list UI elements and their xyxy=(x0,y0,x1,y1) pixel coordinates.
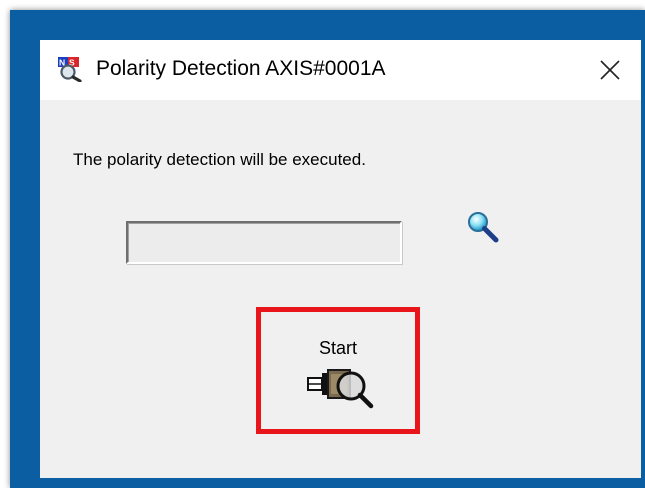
close-button[interactable] xyxy=(590,50,630,90)
start-button[interactable]: Start xyxy=(265,316,411,425)
app-icon: N S xyxy=(57,56,83,83)
title-bar[interactable]: N S Polarity Detection AXIS#0001A xyxy=(40,40,641,100)
desktop-frame: N S Polarity Detection AXIS#0001A The po… xyxy=(10,10,645,488)
window-title: Polarity Detection AXIS#0001A xyxy=(96,57,386,80)
progress-field xyxy=(126,221,402,264)
start-button-label: Start xyxy=(318,338,357,358)
info-message: The polarity detection will be executed. xyxy=(73,150,366,169)
magnifier-icon xyxy=(466,210,500,244)
dialog-window: N S Polarity Detection AXIS#0001A The po… xyxy=(40,40,641,478)
motor-detect-icon xyxy=(307,366,377,410)
